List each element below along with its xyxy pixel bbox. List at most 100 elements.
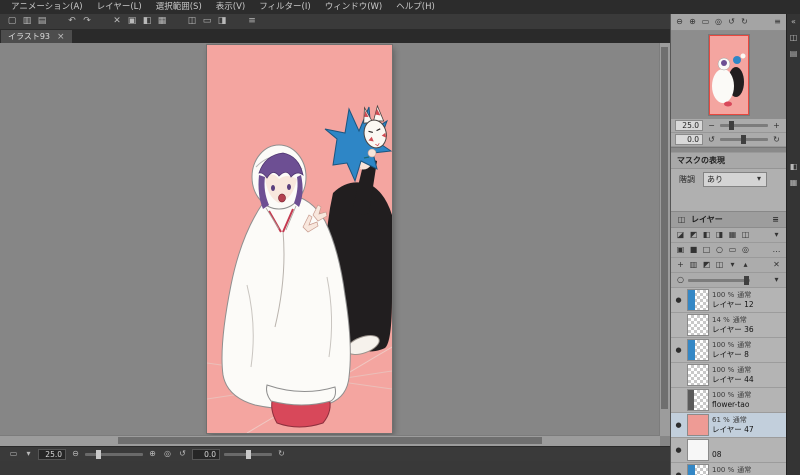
- redo-icon[interactable]: ↷: [81, 16, 93, 28]
- lock-alpha-icon[interactable]: □: [701, 245, 712, 256]
- zoom-slider[interactable]: [85, 449, 143, 459]
- select-layer-icon[interactable]: ▣: [675, 245, 686, 256]
- fill-layer-icon[interactable]: ◧: [701, 230, 712, 241]
- layer-panel-menu-icon[interactable]: ≡: [770, 214, 781, 225]
- navigator-rotation-slider[interactable]: [720, 135, 768, 144]
- rotate-cw-icon[interactable]: ↻: [276, 449, 287, 460]
- layer-thumbnail[interactable]: [687, 389, 709, 411]
- layer-thumbnail[interactable]: [687, 439, 709, 461]
- set-ref-icon[interactable]: ◎: [740, 245, 751, 256]
- statusbar-rotation-value[interactable]: 0.0: [192, 448, 220, 460]
- nav-zoom-in-icon[interactable]: ⊕: [687, 17, 698, 28]
- layer-row[interactable]: ● 100 %通常 レイヤー 46: [671, 463, 786, 475]
- zoom-out-icon[interactable]: ⊖: [70, 449, 81, 460]
- fit-view-icon[interactable]: ▭: [8, 449, 19, 460]
- canvas-viewport[interactable]: [0, 43, 670, 446]
- nav-rotate-ccw-icon[interactable]: ↺: [726, 17, 737, 28]
- delete-layer-icon[interactable]: ✕: [771, 260, 782, 271]
- layer-thumbnail[interactable]: [687, 314, 709, 336]
- create-mask-icon[interactable]: ◩: [701, 260, 712, 271]
- menu-window[interactable]: ウィンドウ(W): [318, 0, 390, 14]
- quick-access-panel-icon[interactable]: ◫: [788, 32, 799, 43]
- layer-visibility-eye-icon[interactable]: ●: [675, 296, 681, 304]
- navigator-rotate-ccw-icon[interactable]: ↺: [706, 134, 717, 145]
- layer-visibility-eye-icon[interactable]: ●: [675, 471, 681, 475]
- opacity-chevron-icon[interactable]: ▾: [771, 275, 782, 286]
- navigator-rotation-value[interactable]: 0.0: [675, 134, 703, 145]
- canvas-tab[interactable]: イラスト93 ×: [1, 30, 72, 43]
- menu-help[interactable]: ヘルプ(H): [389, 0, 442, 14]
- layer-row[interactable]: ● 100 %通常 レイヤー 44: [671, 363, 786, 388]
- zoom-in-icon[interactable]: ⊕: [147, 449, 158, 460]
- layer-row[interactable]: ● 61 % 通常 レイヤー 47: [671, 413, 786, 438]
- nav-zoom-out-icon[interactable]: ⊖: [674, 17, 685, 28]
- navigator-rotate-cw-icon[interactable]: ↻: [771, 134, 782, 145]
- delete-icon[interactable]: ✕: [111, 16, 123, 28]
- rotate-ccw-icon[interactable]: ↺: [177, 449, 188, 460]
- layer-mask-icon[interactable]: ◩: [688, 230, 699, 241]
- rotation-slider[interactable]: [224, 449, 272, 459]
- vertical-scroll-thumb[interactable]: [661, 47, 668, 409]
- canvas-page[interactable]: [207, 45, 392, 433]
- history-panel-icon[interactable]: ▦: [788, 177, 799, 188]
- undo-icon[interactable]: ↶: [66, 16, 78, 28]
- menu-view[interactable]: 表示(V): [209, 0, 252, 14]
- layer-thumbnail[interactable]: [687, 289, 709, 311]
- layer-row[interactable]: ● 100 %通常 flower-tao: [671, 388, 786, 413]
- nav-rotate-cw-icon[interactable]: ↻: [739, 17, 750, 28]
- workspace-menu-icon[interactable]: ≡: [246, 16, 258, 28]
- tab-close-icon[interactable]: ×: [57, 32, 65, 42]
- transfer-down-icon[interactable]: ▴: [740, 260, 751, 271]
- layer-row[interactable]: ● 100 % 通常 レイヤー 12: [671, 288, 786, 313]
- navigator-rotation-slider-thumb[interactable]: [741, 135, 746, 144]
- apply-mask-icon[interactable]: ◫: [714, 260, 725, 271]
- nav-actual-size-icon[interactable]: ◎: [713, 17, 724, 28]
- menu-selection[interactable]: 選択範囲(S): [149, 0, 209, 14]
- navigator-zoom-slider-thumb[interactable]: [729, 121, 734, 130]
- flip-layer-icon[interactable]: ◨: [714, 230, 725, 241]
- navigator-zoom-slider[interactable]: [720, 121, 768, 130]
- zoom-slider-thumb[interactable]: [96, 449, 101, 459]
- symmetry-icon[interactable]: ◨: [216, 16, 228, 28]
- layer-row[interactable]: ● 08: [671, 438, 786, 463]
- layer-opacity-slider[interactable]: [688, 275, 750, 285]
- new-canvas-icon[interactable]: ▢: [6, 16, 18, 28]
- collapse-panels-icon[interactable]: «: [788, 16, 799, 27]
- new-layer-icon[interactable]: +: [675, 260, 686, 271]
- canvas-horizontal-scrollbar[interactable]: [0, 435, 660, 446]
- zoom-menu-icon[interactable]: ▾: [23, 449, 34, 460]
- fill-icon[interactable]: ◧: [141, 16, 153, 28]
- layer-row[interactable]: ● 14 %通常 レイヤー 36: [671, 313, 786, 338]
- horizontal-scroll-thumb[interactable]: [118, 437, 542, 444]
- opacity-icon[interactable]: ○: [675, 275, 686, 286]
- layer-thumbnail[interactable]: [687, 414, 709, 436]
- clip-layer-icon[interactable]: ○: [714, 245, 725, 256]
- layer-thumbnail[interactable]: [687, 339, 709, 361]
- menu-animation[interactable]: アニメーション(A): [4, 0, 90, 14]
- canvas-vertical-scrollbar[interactable]: [659, 43, 670, 436]
- layer-row[interactable]: ● 100 % 通常 レイヤー 8: [671, 338, 786, 363]
- navigator-zoom-plus-icon[interactable]: +: [771, 120, 782, 131]
- ruler-layer-icon[interactable]: ▭: [727, 245, 738, 256]
- layer-effect-chevron-icon[interactable]: ▾: [771, 230, 782, 241]
- ruler-icon[interactable]: ▭: [201, 16, 213, 28]
- menu-layer[interactable]: レイヤー(L): [90, 0, 149, 14]
- rotation-slider-thumb[interactable]: [246, 449, 251, 459]
- navigator-zoom-minus-icon[interactable]: −: [706, 120, 717, 131]
- snap-icon[interactable]: ◫: [186, 16, 198, 28]
- actual-size-icon[interactable]: ◎: [162, 449, 173, 460]
- layer-thumbnail[interactable]: [687, 364, 709, 386]
- save-icon[interactable]: ▤: [36, 16, 48, 28]
- menu-filter[interactable]: フィルター(I): [252, 0, 317, 14]
- navigator-view-frame[interactable]: [708, 35, 749, 115]
- layer-more-icon[interactable]: …: [771, 245, 782, 256]
- deselect-icon[interactable]: ▣: [126, 16, 138, 28]
- open-file-icon[interactable]: ▥: [21, 16, 33, 28]
- merge-down-icon[interactable]: ▾: [727, 260, 738, 271]
- blend-mode-icon[interactable]: ◪: [675, 230, 686, 241]
- layer-visibility-eye-icon[interactable]: ●: [675, 346, 681, 354]
- navigator-menu-icon[interactable]: ≡: [772, 17, 783, 28]
- material-panel-icon[interactable]: ◧: [788, 161, 799, 172]
- new-folder-icon[interactable]: ▥: [688, 260, 699, 271]
- layer-opacity-slider-thumb[interactable]: [744, 275, 749, 285]
